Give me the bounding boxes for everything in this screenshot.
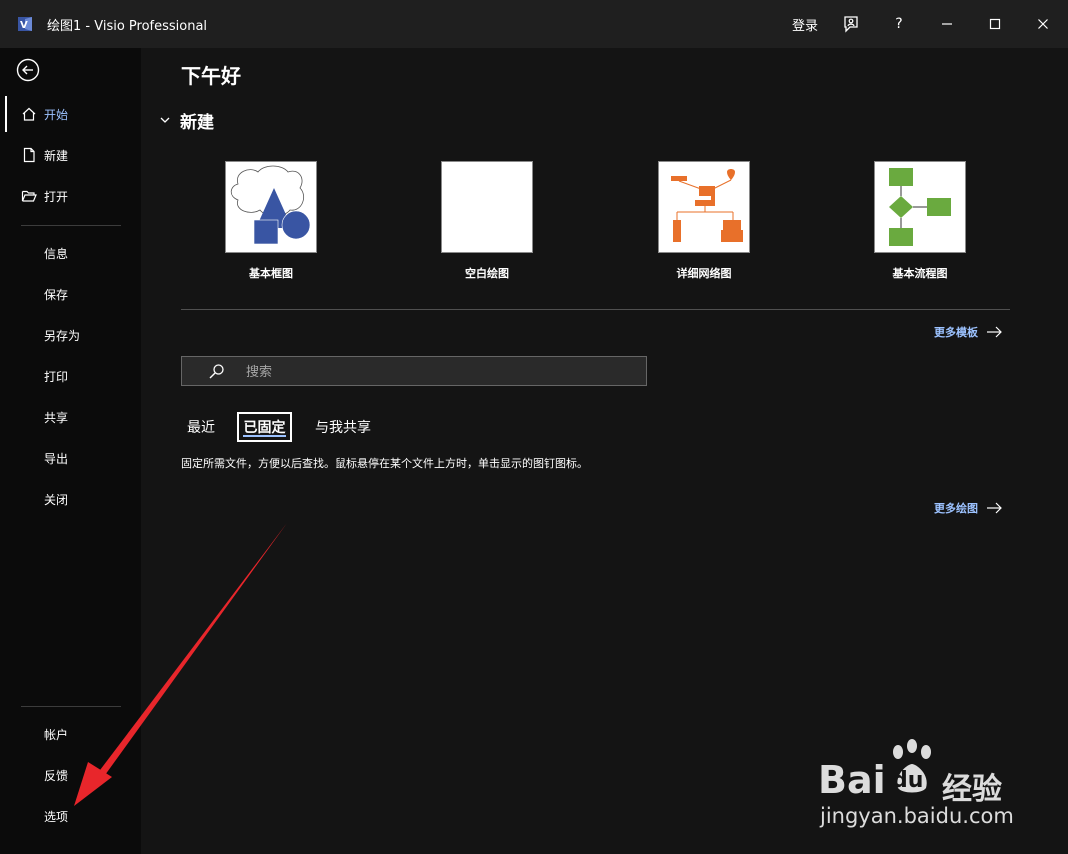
nav-label: 关闭 xyxy=(44,493,69,507)
more-templates-label: 更多模板 xyxy=(934,326,978,339)
nav-close[interactable]: 关闭 xyxy=(0,481,141,517)
help-icon: ? xyxy=(895,16,903,32)
nav-print[interactable]: 打印 xyxy=(0,358,141,394)
nav-new[interactable]: 新建 xyxy=(0,137,141,173)
maximize-button[interactable] xyxy=(973,0,1017,48)
tab-shared-with-me[interactable]: 与我共享 xyxy=(309,412,377,442)
help-button[interactable]: ? xyxy=(877,0,921,48)
nav-info[interactable]: 信息 xyxy=(0,235,141,271)
nav-label: 帐户 xyxy=(44,728,69,742)
template-label: 基本框图 xyxy=(249,267,293,280)
nav-save-as[interactable]: 另存为 xyxy=(0,317,141,353)
nav-account[interactable]: 帐户 xyxy=(0,716,141,752)
nav-label: 打印 xyxy=(44,370,69,384)
pinned-description: 固定所需文件，方便以后查找。鼠标悬停在某个文件上方时，单击显示的图钉图标。 xyxy=(181,457,588,470)
more-templates-link[interactable]: 更多模板 xyxy=(934,324,1002,340)
nav-label: 共享 xyxy=(44,411,69,425)
backstage-sidebar: 开始 新建 打开 信息 保存 另存为 打印 共享 导出 关闭 帐户 反馈 选项 xyxy=(0,48,141,854)
flowchart-icon xyxy=(889,168,951,246)
sign-in-link[interactable]: 登录 xyxy=(792,15,818,34)
baidu-watermark: Bai du 经验 jingyan.baidu.com xyxy=(818,738,1014,834)
nav-open[interactable]: 打开 xyxy=(0,178,141,214)
more-drawings-link[interactable]: 更多绘图 xyxy=(934,500,1002,516)
template-label: 详细网络图 xyxy=(676,267,732,280)
nav-options[interactable]: 选项 xyxy=(0,798,141,834)
nav-label: 导出 xyxy=(44,452,69,466)
new-section-title: 新建 xyxy=(180,113,214,133)
template-blank-drawing[interactable]: 空白绘图 xyxy=(422,161,552,281)
window-title: 绘图1 - Visio Professional xyxy=(47,19,208,34)
nav-feedback[interactable]: 反馈 xyxy=(0,757,141,793)
close-button[interactable] xyxy=(1021,0,1065,48)
search-box[interactable] xyxy=(181,356,647,386)
basic-diagram-icon xyxy=(230,165,311,245)
svg-text:V: V xyxy=(20,20,28,31)
back-arrow-icon[interactable] xyxy=(16,58,40,82)
network-diagram-icon xyxy=(671,169,743,242)
minimize-button[interactable] xyxy=(925,0,969,48)
template-thumbnail xyxy=(225,161,317,253)
nav-label: 另存为 xyxy=(44,329,81,343)
active-indicator xyxy=(5,96,7,132)
main-content: 下午好 新建 基本框图 空白绘图 详细网络图 基本流程图 更多模板 搜索 最近 … xyxy=(141,48,1068,854)
feedback-button[interactable] xyxy=(829,0,873,48)
nav-label: 信息 xyxy=(44,247,69,261)
maximize-icon xyxy=(989,18,1001,30)
nav-label: 反馈 xyxy=(44,769,69,783)
nav-label: 选项 xyxy=(44,810,69,824)
arrow-right-icon xyxy=(987,326,1002,338)
template-thumbnail xyxy=(658,161,750,253)
nav-home[interactable]: 开始 xyxy=(0,96,141,132)
template-detailed-network[interactable]: 详细网络图 xyxy=(639,161,769,281)
more-drawings-label: 更多绘图 xyxy=(934,502,978,515)
open-folder-icon xyxy=(21,190,37,202)
arrow-right-icon xyxy=(987,502,1002,514)
template-basic-flowchart[interactable]: 基本流程图 xyxy=(855,161,985,281)
nav-save[interactable]: 保存 xyxy=(0,276,141,312)
sidebar-divider xyxy=(21,225,121,226)
home-icon xyxy=(22,107,36,121)
nav-export[interactable]: 导出 xyxy=(0,440,141,476)
template-thumbnail xyxy=(441,161,533,253)
chevron-down-icon[interactable] xyxy=(159,114,171,126)
close-icon xyxy=(1038,19,1048,29)
minimize-icon xyxy=(942,23,952,25)
nav-share[interactable]: 共享 xyxy=(0,399,141,435)
tab-recent[interactable]: 最近 xyxy=(181,412,221,442)
template-thumbnail xyxy=(874,161,966,253)
visio-logo-icon: V xyxy=(18,17,32,31)
section-divider xyxy=(181,309,1010,310)
greeting: 下午好 xyxy=(181,64,241,88)
title-bar: V 绘图1 - Visio Professional 登录 ? xyxy=(0,0,1068,48)
template-label: 空白绘图 xyxy=(465,267,509,280)
template-basic-diagram[interactable]: 基本框图 xyxy=(206,161,336,281)
nav-label: 打开 xyxy=(44,190,69,204)
tab-pinned[interactable]: 已固定 xyxy=(237,412,292,442)
search-icon xyxy=(209,364,224,379)
template-label: 基本流程图 xyxy=(892,267,948,280)
nav-label: 新建 xyxy=(44,149,69,163)
feedback-icon xyxy=(844,16,858,33)
nav-label: 保存 xyxy=(44,288,69,302)
new-file-icon xyxy=(23,147,35,163)
sidebar-divider xyxy=(21,706,121,707)
nav-label: 开始 xyxy=(44,108,69,122)
search-input[interactable] xyxy=(244,362,638,382)
